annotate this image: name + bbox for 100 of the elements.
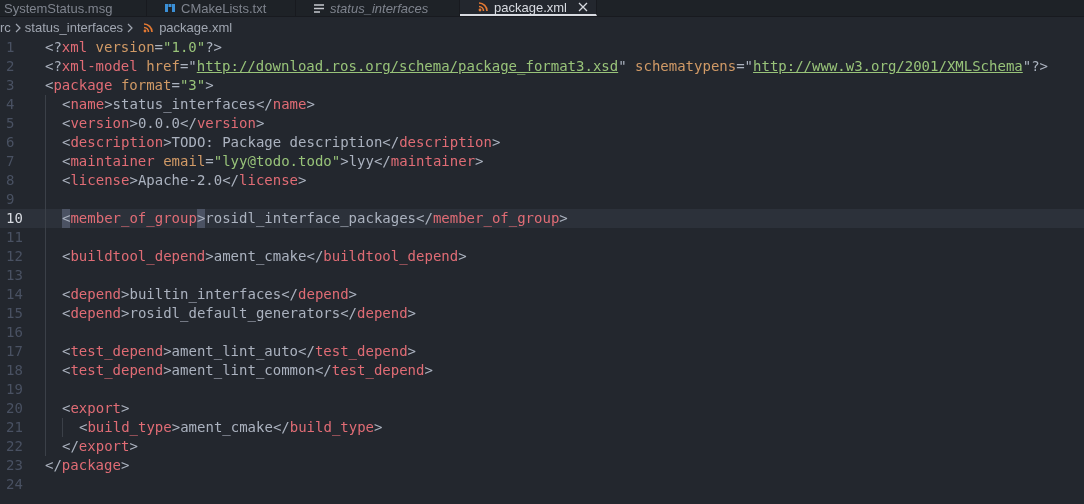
- code-token: =: [205, 152, 214, 171]
- line-number: 10: [5, 209, 24, 228]
- code-token: "lyy@todo.todo": [213, 152, 341, 171]
- code-token: </: [340, 304, 358, 323]
- code-token: </: [306, 247, 324, 264]
- code-token: xml: [61, 38, 88, 57]
- code-token: test_depend: [331, 361, 425, 380]
- code-token: >: [163, 133, 172, 152]
- code-token: </: [281, 285, 299, 304]
- code-token: >: [475, 152, 484, 171]
- lines-icon: [314, 3, 324, 13]
- code-token: >: [163, 361, 172, 378]
- code-token: =: [171, 76, 180, 95]
- code-token: name: [272, 95, 307, 114]
- code-token: build_type: [289, 418, 375, 437]
- code-token: rosidl_interface_packages: [205, 209, 417, 228]
- code-token: >: [407, 342, 417, 359]
- close-icon[interactable]: [578, 2, 588, 12]
- code-token: license: [70, 171, 130, 190]
- code-token: test_depend: [70, 361, 164, 380]
- code-token: </: [373, 152, 391, 171]
- code-token: =: [154, 38, 164, 57]
- code-token: version: [70, 114, 130, 133]
- breadcrumb-item[interactable]: package.xml: [159, 17, 233, 38]
- url-link[interactable]: http://download.ros.org/schema/package_format3.xsd: [196, 57, 619, 76]
- rss-icon: [478, 2, 488, 12]
- code-token: <: [62, 285, 71, 304]
- code-token: >: [129, 114, 138, 133]
- rss-icon: [143, 22, 154, 33]
- code-token: TODO: Package description: [171, 133, 383, 152]
- code-token: </: [222, 171, 240, 190]
- code-token: package: [61, 456, 121, 475]
- file-tab[interactable]: CMakeLists.txt: [147, 0, 296, 16]
- code-token: license: [239, 171, 299, 190]
- code-token: href: [145, 57, 180, 76]
- code-token: "1.0": [163, 38, 206, 57]
- code-token: "3": [179, 76, 206, 95]
- code-token: </: [416, 209, 433, 226]
- code-token: depend: [357, 304, 408, 323]
- bars-icon: [165, 3, 175, 13]
- code-token: >: [205, 76, 214, 95]
- code-token: <: [62, 133, 71, 152]
- code-token: ament_cmake: [180, 418, 273, 437]
- code-token: builtin_interfaces: [129, 285, 282, 304]
- code-token: =": [736, 57, 754, 76]
- code-token: >: [205, 247, 214, 264]
- code-token: <: [62, 95, 71, 114]
- code-token: >: [171, 418, 181, 435]
- code-token: xml-model: [61, 57, 138, 76]
- breadcrumb-item[interactable]: rc: [0, 17, 11, 38]
- code-token: </: [298, 342, 315, 359]
- code-token: version: [94, 38, 155, 57]
- code-token: rosidl_default_generators: [129, 304, 341, 323]
- code-token: build_type: [87, 418, 172, 437]
- chevron-icon: [127, 22, 134, 33]
- code-token: </: [62, 437, 79, 456]
- code-token: description: [70, 133, 164, 152]
- code-token: >: [104, 95, 113, 114]
- code-token: email: [162, 152, 206, 171]
- code-token: <?: [45, 57, 62, 76]
- code-token: =": [179, 57, 197, 76]
- code-token: >: [121, 285, 130, 302]
- file-tab[interactable]: package.xml: [460, 0, 597, 16]
- code-token: >: [120, 456, 130, 475]
- code-token: >: [306, 95, 315, 114]
- code-token: buildtool_depend: [323, 247, 459, 266]
- code-token: ament_lint_auto: [171, 342, 299, 361]
- code-token: ": [618, 57, 627, 76]
- code-token: <: [62, 342, 71, 359]
- code-token: test_depend: [314, 342, 408, 361]
- file-tab[interactable]: SystemStatus.msg: [0, 0, 147, 16]
- code-token: >: [348, 285, 358, 304]
- code-token: >: [163, 342, 172, 359]
- code-token: >: [424, 361, 433, 380]
- code-token: schematypens: [634, 57, 737, 76]
- code-token: lyy: [348, 152, 374, 171]
- code-token: >: [407, 304, 417, 323]
- breadcrumb-item[interactable]: status_interfaces: [24, 17, 124, 38]
- code-token: <: [79, 418, 88, 435]
- code-token: >: [298, 171, 307, 190]
- code-token: </: [45, 456, 62, 475]
- code-token: </: [272, 418, 290, 435]
- code-token: >: [129, 171, 138, 190]
- code-token: member_of_group: [70, 209, 197, 228]
- code-token: >: [340, 152, 349, 171]
- code-token: <: [62, 114, 71, 133]
- code-token: "?>: [1022, 57, 1049, 76]
- code-token: >: [255, 114, 265, 133]
- url-link[interactable]: http://www.w3.org/2001/XMLSchema: [753, 57, 1023, 76]
- code-token: >: [196, 209, 206, 228]
- code-token: depend: [70, 285, 121, 304]
- code-token: </: [314, 361, 332, 378]
- code-token: buildtool_depend: [70, 247, 206, 266]
- code-token: status_interfaces: [112, 95, 256, 114]
- chevron-icon: [14, 22, 21, 33]
- code-token: <: [62, 209, 71, 228]
- code-token: </: [180, 114, 197, 133]
- code-token: <: [62, 247, 71, 264]
- code-token: >: [121, 399, 130, 418]
- code-token: Apache-2.0: [137, 171, 223, 190]
